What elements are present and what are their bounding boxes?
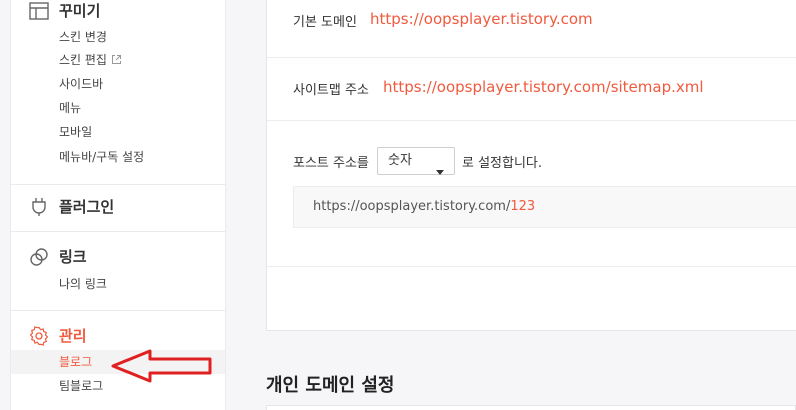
sidebar-item-skin-change[interactable]: 스킨 변경 [11, 25, 225, 49]
post-address-label: 포스트 주소를 [293, 156, 369, 171]
annotation-arrow [111, 349, 212, 383]
plug-icon [29, 195, 49, 219]
address-settings-card: 기본 도메인 https://oopsplayer.tistory.com 사이… [266, 0, 796, 331]
sidebar-group-plugin: 플러그인 [11, 184, 225, 231]
post-url-prefix: https://oopsplayer.tistory.com/ [313, 199, 511, 214]
sitemap-link[interactable]: https://oopsplayer.tistory.com/sitemap.x… [383, 78, 704, 96]
divider [267, 120, 796, 121]
sitemap-label: 사이트맵 주소 [293, 83, 369, 98]
sidebar-item-menu[interactable]: 메뉴 [11, 96, 225, 120]
post-url-preview: https://oopsplayer.tistory.com/123 [293, 186, 796, 228]
divider [267, 57, 796, 58]
post-url-number: 123 [510, 199, 536, 214]
post-address-select[interactable]: 숫자 [377, 147, 455, 175]
post-address-suffix: 로 설정합니다. [462, 156, 543, 171]
sidebar-item-plugin[interactable]: 플러그인 [11, 195, 225, 219]
base-domain-label: 기본 도메인 [293, 15, 357, 30]
sidebar-item-skin-edit[interactable]: 스킨 편집 [11, 48, 225, 72]
main-content: 기본 도메인 https://oopsplayer.tistory.com 사이… [226, 0, 796, 410]
caret-down-icon [436, 159, 444, 185]
sidebar-item-link[interactable]: 링크 [11, 245, 225, 269]
blog-admin-screen: 꾸미기 스킨 변경 스킨 편집 사이드바 메뉴 모바일 메뉴바/구독 설정 플러… [0, 0, 796, 410]
sidebar-item-my-link[interactable]: 나의 링크 [11, 272, 225, 296]
link-icon [29, 245, 49, 269]
sidebar-group-link: 링크 나의 링크 [11, 231, 225, 310]
sidebar-group-label: 꾸미기 [59, 2, 101, 20]
divider [267, 266, 796, 267]
gear-icon [29, 324, 49, 348]
external-link-icon [111, 49, 122, 73]
personal-domain-title: 개인 도메인 설정 [266, 375, 395, 396]
sidebar-group-customize: 꾸미기 스킨 변경 스킨 편집 사이드바 메뉴 모바일 메뉴바/구독 설정 [11, 0, 225, 184]
sidebar-item-customize[interactable]: 꾸미기 [11, 0, 225, 23]
sidebar-item-label: 스킨 편집 [59, 53, 107, 67]
sidebar-group-label: 플러그인 [59, 198, 115, 216]
sidebar-group-label: 관리 [59, 327, 87, 345]
sidebar-item-mobile[interactable]: 모바일 [11, 120, 225, 144]
base-domain-link[interactable]: https://oopsplayer.tistory.com [370, 10, 593, 28]
sidebar-group-label: 링크 [59, 248, 87, 266]
post-address-selected: 숫자 [388, 153, 412, 168]
personal-domain-card [266, 405, 796, 410]
sidebar-item-manage[interactable]: 관리 [11, 324, 225, 348]
sidebar-item-menubar-subscribe[interactable]: 메뉴바/구독 설정 [11, 145, 225, 169]
sidebar-item-sidebar[interactable]: 사이드바 [11, 72, 225, 96]
layout-icon [29, 0, 49, 23]
